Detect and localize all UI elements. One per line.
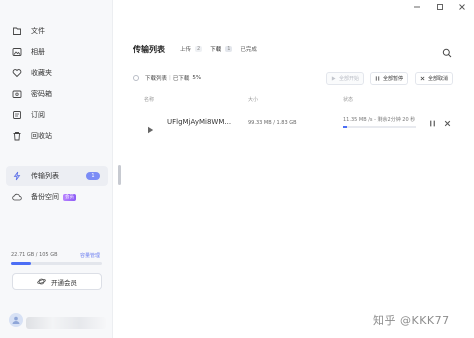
sidebar-item-label: 相册: [31, 48, 45, 56]
download-progress-fill: [343, 126, 347, 128]
file-size: 99.33 MB / 1.83 GB: [248, 120, 297, 126]
planet-icon: [37, 277, 46, 286]
lock-box-icon: [12, 89, 22, 99]
tab-label: 下载: [210, 46, 222, 53]
storage-manage-link[interactable]: 容量管理: [80, 252, 100, 259]
lightning-icon: [12, 171, 22, 181]
sidebar-item-backup[interactable]: 备份空间 会员: [6, 187, 108, 207]
close-icon: [420, 76, 425, 81]
search-button[interactable]: [442, 43, 452, 58]
sidebar-item-files[interactable]: 文件: [6, 21, 108, 41]
transfer-count-badge: 1: [86, 172, 100, 180]
subscribe-icon: [12, 110, 22, 120]
watermark: 知乎 @KKK77: [373, 314, 450, 327]
transfer-tabs: 上传 2 下载 1 已完成: [180, 43, 265, 54]
sidebar: 文件 相册 收藏夹 密码箱 订阅 回收站 传输列表 1 备份空间 会员 22.7…: [0, 0, 113, 338]
file-name: UFlgMjAyMi8WM...: [167, 118, 232, 126]
heart-icon: [12, 68, 22, 78]
pause-all-label: 全部暂停: [383, 76, 404, 82]
sidebar-item-label: 订阅: [31, 111, 45, 119]
column-header-size: 大小: [248, 97, 259, 103]
avatar[interactable]: [9, 313, 23, 327]
user-icon: [12, 316, 20, 324]
close-icon: [459, 4, 465, 10]
select-all-checkbox[interactable]: [133, 75, 139, 81]
pause-icon: [375, 76, 380, 81]
open-membership-button[interactable]: 开通会员: [12, 273, 102, 290]
pause-button[interactable]: [428, 119, 437, 128]
pause-icon: [430, 120, 435, 127]
tab-count: 1: [225, 45, 233, 52]
cancel-button[interactable]: [443, 119, 452, 128]
file-icon: [12, 26, 22, 36]
video-file-icon: [147, 119, 154, 134]
storage-usage-text: 22.71 GB / 105 GB: [11, 252, 58, 258]
sidebar-item-photos[interactable]: 相册: [6, 42, 108, 62]
sidebar-item-trash[interactable]: 回收站: [6, 126, 108, 146]
start-all-label: 全部开始: [339, 76, 360, 82]
minimize-icon: [414, 6, 420, 8]
search-icon: [442, 48, 452, 58]
sidebar-item-label: 文件: [31, 27, 45, 35]
play-icon: [331, 76, 336, 81]
storage-progress-bar: [11, 262, 102, 265]
sidebar-item-label: 传输列表: [31, 172, 59, 180]
trash-icon: [12, 131, 22, 141]
sidebar-item-label: 备份空间: [31, 193, 59, 201]
maximize-icon: [437, 4, 443, 10]
photo-icon: [12, 47, 22, 57]
pause-all-button[interactable]: 全部暂停: [370, 72, 409, 85]
start-all-button[interactable]: 全部开始: [326, 72, 365, 85]
download-status: 11.35 MB /s - 剩余2分钟 20 秒: [343, 117, 416, 123]
membership-button-label: 开通会员: [51, 278, 77, 287]
sidebar-resize-handle[interactable]: [118, 165, 121, 185]
tab-count: 2: [195, 45, 203, 52]
sidebar-item-subscriptions[interactable]: 订阅: [6, 105, 108, 125]
tab-download[interactable]: 下载 1: [210, 43, 233, 54]
cloud-icon: [12, 192, 22, 202]
close-button[interactable]: [456, 2, 468, 12]
tab-completed[interactable]: 已完成: [240, 43, 257, 54]
download-row[interactable]: UFlgMjAyMi8WM... 99.33 MB / 1.83 GB 11.3…: [140, 110, 455, 136]
download-filter-bar: 下载列表 | 已下载 5%: [133, 74, 201, 82]
page-title: 传输列表: [133, 45, 165, 54]
download-list-label: 下载列表: [145, 76, 168, 82]
sidebar-item-label: 收藏夹: [31, 69, 52, 77]
maximize-button[interactable]: [434, 2, 446, 12]
tab-label: 上传: [180, 46, 192, 53]
downloaded-label: 已下载: [172, 76, 190, 82]
vip-badge: 会员: [63, 193, 76, 201]
sidebar-item-label: 密码箱: [31, 90, 52, 98]
cancel-all-label: 全部取消: [428, 76, 449, 82]
tab-upload[interactable]: 上传 2: [180, 43, 203, 54]
close-icon: [444, 120, 451, 127]
sidebar-item-vault[interactable]: 密码箱: [6, 84, 108, 104]
blurred-username: [26, 317, 106, 329]
tab-label: 已完成: [240, 46, 257, 53]
downloaded-percent: 5%: [192, 75, 202, 81]
sidebar-item-label: 回收站: [31, 132, 52, 140]
cancel-all-button[interactable]: 全部取消: [415, 72, 454, 85]
column-header-status: 状态: [343, 97, 354, 103]
storage-progress-fill: [11, 262, 31, 265]
download-progress-bar: [343, 126, 416, 128]
column-header-name: 名称: [144, 97, 155, 103]
sidebar-item-transfers[interactable]: 传输列表 1: [6, 166, 108, 186]
minimize-button[interactable]: [411, 2, 423, 12]
sidebar-item-favorites[interactable]: 收藏夹: [6, 63, 108, 83]
